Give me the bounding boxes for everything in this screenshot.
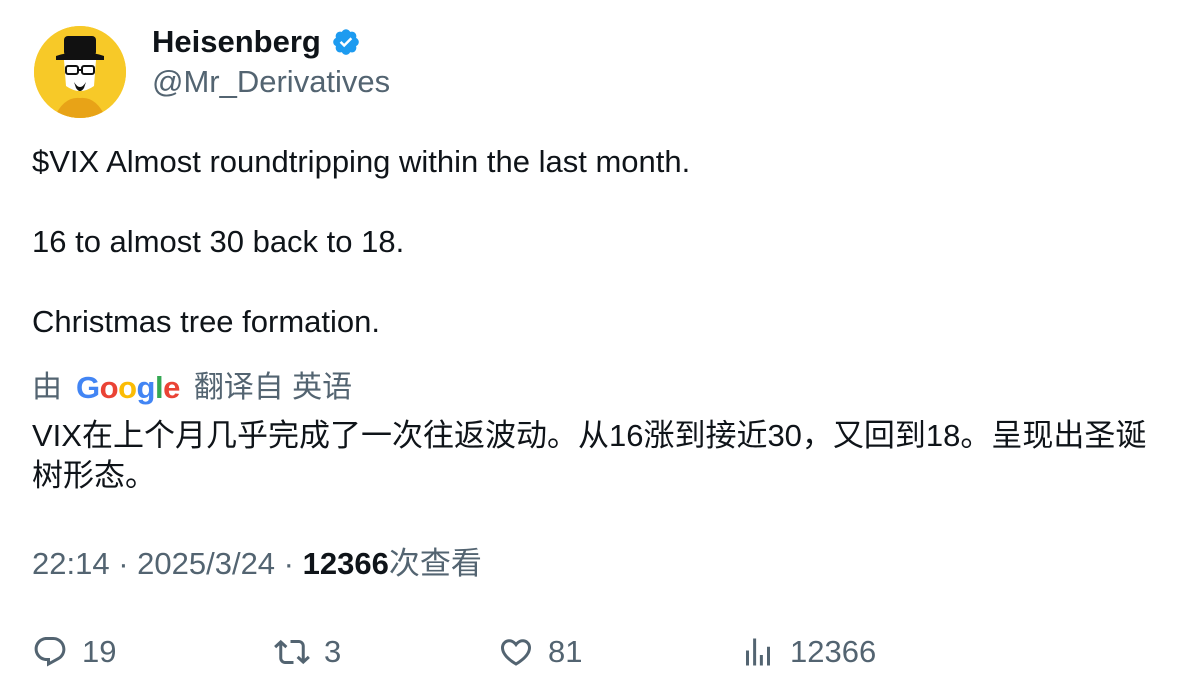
like-count: 81 [548,634,583,669]
verified-badge-icon [333,29,359,55]
views-button[interactable]: 12366 [740,630,876,674]
translated-text: VIX在上个月几乎完成了一次往返波动。从16涨到接近30，又回到18。呈现出圣诞… [32,418,1147,493]
avatar-heisenberg-icon [34,26,126,118]
retweet-button[interactable]: 3 [274,630,341,674]
meta-separator: · [275,546,303,581]
avatar[interactable] [34,26,126,118]
views-label: 次查看 [388,546,482,581]
like-button[interactable]: 81 [498,630,582,674]
analytics-icon [746,638,770,666]
tweet-text: $VIX Almost roundtripping within the las… [32,144,691,339]
translation-attribution: 由 Google 翻译自 英语 [32,368,352,408]
handle[interactable]: @Mr_Derivatives [152,62,390,102]
meta-separator: · [109,546,138,581]
tweet-time[interactable]: 22:14 [32,546,110,581]
reply-button[interactable]: 19 [32,630,116,674]
translation-prefix: 由 [32,371,62,404]
retweet-icon [274,639,310,665]
translation-suffix: 翻译自 英语 [193,371,353,404]
reply-count: 19 [82,634,117,669]
tweet-card: Heisenberg @Mr_Derivatives $VIX Almost r… [0,0,1196,698]
heart-icon [500,639,532,666]
reply-icon [34,637,66,667]
tweet-meta: 22:14 · 2025/3/24 · 12366次查看 [32,544,482,584]
tweet-date[interactable]: 2025/3/24 [137,546,275,581]
google-logo: Google [76,370,180,405]
views-action-count: 12366 [790,634,877,669]
display-name-text[interactable]: Heisenberg [152,22,321,62]
views-count: 12366 [302,546,389,581]
display-name[interactable]: Heisenberg [152,22,361,62]
retweet-count: 3 [324,634,342,669]
